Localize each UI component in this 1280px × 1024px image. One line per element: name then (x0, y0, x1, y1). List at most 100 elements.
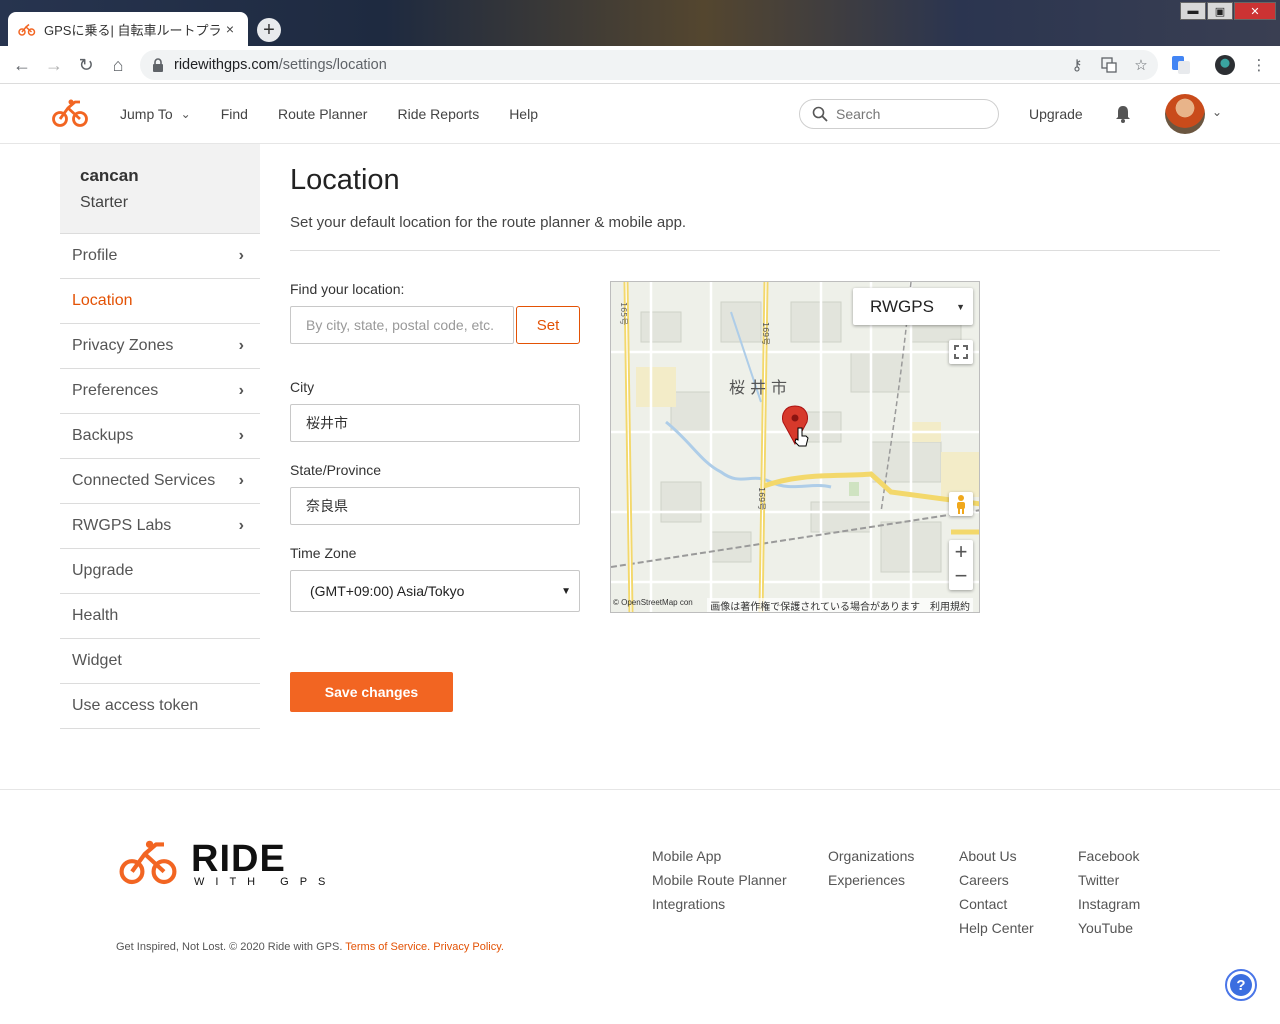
footer-col-apps: Mobile App Mobile Route Planner Integrat… (652, 844, 787, 916)
sidebar-item-widget[interactable]: Widget (60, 639, 260, 684)
bookmark-star-icon[interactable]: ☆ (1131, 55, 1151, 75)
window-minimize-button[interactable]: ▬ (1180, 2, 1206, 20)
search-input[interactable]: Search (799, 99, 999, 129)
footer-link[interactable]: Experiences (828, 868, 914, 892)
footer-link[interactable]: About Us (959, 844, 1034, 868)
user-summary: cancan Starter (60, 144, 260, 233)
sidebar-item-backups[interactable]: Backups › (60, 414, 260, 459)
svg-text:165号: 165号 (619, 302, 628, 325)
footer-link[interactable]: Careers (959, 868, 1034, 892)
footer-link[interactable]: Integrations (652, 892, 787, 916)
find-location-placeholder: By city, state, postal code, etc. (306, 317, 495, 333)
chevron-right-icon: › (238, 337, 244, 354)
sidebar-item-profile[interactable]: Profile › (60, 234, 260, 279)
profile-avatar-icon[interactable] (1215, 55, 1235, 75)
find-location-input[interactable]: By city, state, postal code, etc. (290, 306, 514, 344)
timezone-label: Time Zone (290, 545, 357, 561)
new-tab-button[interactable]: + (257, 18, 281, 42)
map-type-select[interactable]: RWGPS ▼ (853, 288, 973, 325)
save-changes-button[interactable]: Save changes (290, 672, 453, 712)
sidebar-item-rwgps-labs[interactable]: RWGPS Labs › (60, 504, 260, 549)
sidebar-item-location[interactable]: Location (60, 279, 260, 324)
rwgps-logo-icon[interactable] (52, 98, 88, 128)
sidebar-item-label: Backups (72, 427, 134, 444)
footer-col-social: Facebook Twitter Instagram YouTube (1078, 844, 1140, 940)
sidebar-item-privacy-zones[interactable]: Privacy Zones › (60, 324, 260, 369)
rwgps-logo-icon (119, 840, 177, 885)
nav-help[interactable]: Help (509, 106, 538, 122)
home-icon[interactable]: ⌂ (107, 54, 129, 76)
plan-name: Starter (80, 194, 129, 211)
zoom-control: + − (949, 540, 973, 590)
zoom-in-button[interactable]: + (955, 540, 968, 565)
footer-link[interactable]: Twitter (1078, 868, 1140, 892)
footer-link[interactable]: Contact (959, 892, 1034, 916)
state-field[interactable]: 奈良県 (290, 487, 580, 525)
help-icon: ? (1230, 974, 1252, 996)
browser-menu-icon[interactable]: ⋮ (1249, 55, 1269, 75)
footer-brand-sub: WITH GPS (194, 876, 337, 888)
state-value: 奈良県 (306, 498, 348, 514)
footer-brand-word: RIDE (191, 838, 286, 880)
footer-link[interactable]: Instagram (1078, 892, 1140, 916)
site-header: Jump To ⌄ Find Route Planner Ride Reports… (0, 84, 1280, 144)
divider (290, 250, 1220, 251)
account-chevron-down-icon[interactable]: ⌄ (1212, 105, 1222, 119)
sidebar-item-label: Privacy Zones (72, 337, 174, 354)
timezone-select[interactable]: (GMT+09:00) Asia/Tokyo ▼ (290, 570, 580, 612)
footer-link[interactable]: Organizations (828, 844, 914, 868)
privacy-link[interactable]: Privacy Policy. (433, 941, 504, 953)
header-upgrade-link[interactable]: Upgrade (1029, 106, 1083, 122)
zoom-out-button[interactable]: − (955, 565, 968, 590)
sidebar-item-label: Widget (72, 652, 122, 669)
rwgps-favicon-icon (18, 23, 36, 36)
nav-ride-reports[interactable]: Ride Reports (397, 106, 479, 122)
fullscreen-icon[interactable] (949, 340, 973, 364)
nav-find[interactable]: Find (221, 106, 248, 122)
street-view-pegman-icon[interactable] (949, 492, 973, 516)
notification-bell-icon[interactable] (1113, 104, 1133, 124)
nav-route-planner[interactable]: Route Planner (278, 106, 368, 122)
copyright-text: Get Inspired, Not Lost. © 2020 Ride with… (116, 941, 504, 953)
nav-jump-to-label: Jump To (120, 106, 173, 122)
chevron-down-icon: ⌄ (180, 107, 191, 121)
caret-down-icon: ▼ (956, 301, 965, 312)
back-arrow-icon[interactable]: ← (11, 54, 33, 76)
select-caret-icon: ▼ (561, 585, 571, 597)
browser-tab[interactable]: GPSに乗る| 自転車ルートプラン × (8, 12, 248, 46)
city-field[interactable]: 桜井市 (290, 404, 580, 442)
nav-jump-to[interactable]: Jump To ⌄ (120, 106, 191, 122)
footer-link[interactable]: Mobile App (652, 844, 787, 868)
map-attribution: © OpenStreetMap contributors 画像は著作権で保護され… (611, 598, 979, 612)
sidebar-item-preferences[interactable]: Preferences › (60, 369, 260, 414)
key-icon[interactable]: ⚷ (1067, 55, 1087, 75)
google-translate-extension-icon[interactable] (1171, 55, 1191, 75)
footer-link[interactable]: Help Center (959, 916, 1034, 940)
timezone-value: (GMT+09:00) Asia/Tokyo (310, 583, 465, 599)
footer-link[interactable]: Facebook (1078, 844, 1140, 868)
footer-link[interactable]: YouTube (1078, 916, 1140, 940)
sidebar-item-health[interactable]: Health (60, 594, 260, 639)
search-placeholder: Search (836, 106, 881, 122)
window-maximize-button[interactable]: ▣ (1207, 2, 1233, 20)
find-location-label: Find your location: (290, 281, 405, 297)
tab-close-icon[interactable]: × (222, 21, 238, 37)
sidebar-item-use-access-token[interactable]: Use access token (60, 684, 260, 729)
set-location-button[interactable]: Set (516, 306, 580, 344)
nav-help-label: Help (509, 106, 538, 122)
city-value: 桜井市 (306, 415, 348, 431)
terms-link[interactable]: Terms of Service. (345, 941, 430, 953)
user-avatar[interactable] (1165, 94, 1205, 134)
footer-link[interactable]: Mobile Route Planner (652, 868, 787, 892)
forward-arrow-icon[interactable]: → (43, 54, 65, 76)
location-map[interactable]: 169号 169号 165号 桜井市 RWGPS ▼ + − © OpenStr… (610, 281, 980, 613)
window-close-button[interactable]: ✕ (1234, 2, 1276, 20)
address-bar[interactable]: ridewithgps.com/settings/location (140, 50, 1158, 80)
help-chat-button[interactable]: ? (1225, 969, 1257, 1001)
translate-icon[interactable] (1099, 55, 1119, 75)
map-attribution-right[interactable]: 画像は著作権で保護されている場合があります 利用規約 (707, 598, 973, 612)
sidebar-item-upgrade[interactable]: Upgrade (60, 549, 260, 594)
sidebar-item-connected-services[interactable]: Connected Services › (60, 459, 260, 504)
reload-icon[interactable]: ↻ (75, 54, 97, 76)
chevron-right-icon: › (238, 247, 244, 264)
